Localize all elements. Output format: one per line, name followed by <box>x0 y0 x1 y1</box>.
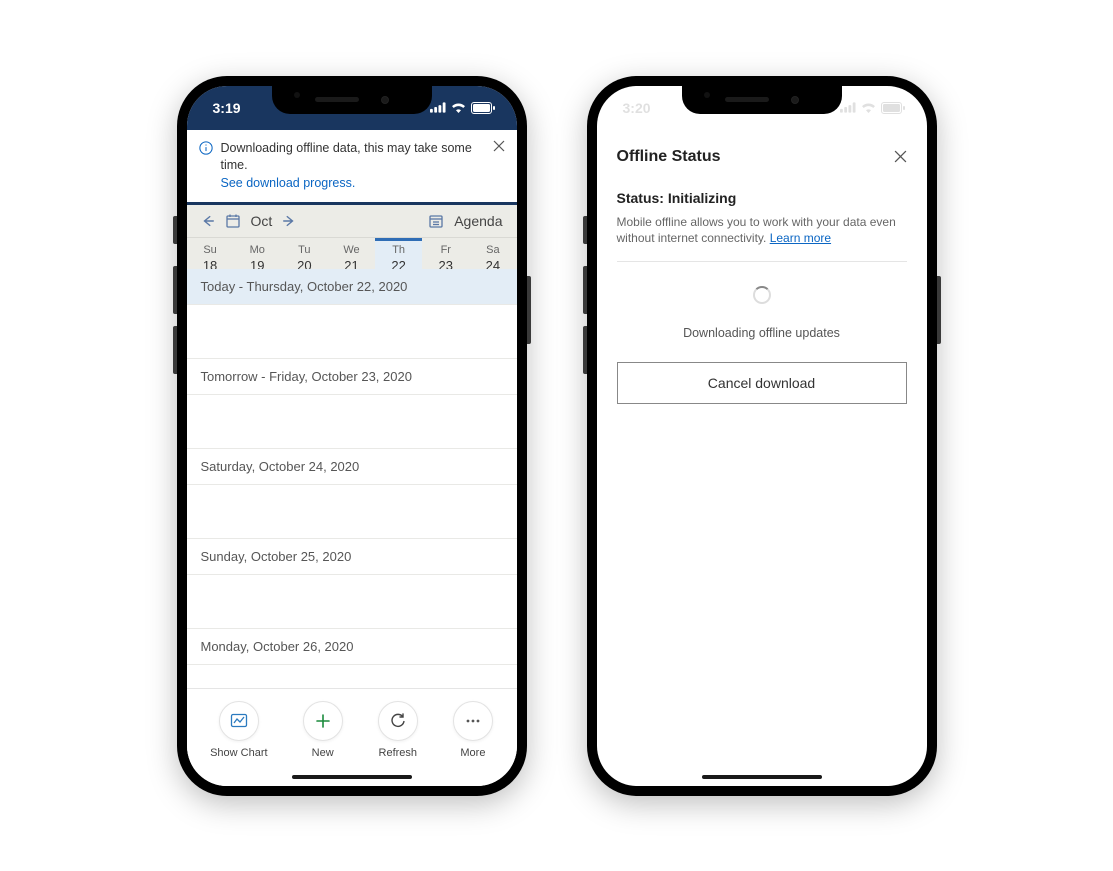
wifi-icon <box>861 102 876 113</box>
status-time: 3:20 <box>623 100 651 116</box>
agenda-label: Agenda <box>454 213 502 229</box>
banner-message: Downloading offline data, this may take … <box>221 141 472 173</box>
empty-slot[interactable] <box>187 305 517 359</box>
agenda-day[interactable]: Saturday, October 24, 2020 <box>187 449 517 485</box>
cellular-icon <box>840 102 856 113</box>
loading-spinner-icon <box>753 286 771 304</box>
bottom-bar: Show Chart New Refresh More <box>187 688 517 786</box>
home-indicator[interactable] <box>292 775 412 779</box>
learn-more-link[interactable]: Learn more <box>770 231 831 245</box>
downloading-label: Downloading offline updates <box>617 326 907 340</box>
calendar-icon[interactable] <box>225 213 241 229</box>
empty-slot[interactable] <box>187 665 517 688</box>
empty-slot[interactable] <box>187 575 517 629</box>
more-icon <box>464 712 482 730</box>
cellular-icon <box>430 102 446 113</box>
show-chart-button[interactable]: Show Chart <box>210 701 267 759</box>
calendar-toolbar: Oct Agenda <box>187 205 517 238</box>
agenda-icon <box>428 213 444 229</box>
offline-status-title: Offline Status <box>617 148 721 166</box>
status-time: 3:19 <box>213 100 241 116</box>
close-icon[interactable] <box>894 150 907 163</box>
refresh-icon <box>389 712 407 730</box>
info-icon <box>199 141 213 155</box>
home-indicator[interactable] <box>702 775 822 779</box>
plus-icon <box>314 712 332 730</box>
wifi-icon <box>451 102 466 113</box>
agenda-day[interactable]: Tomorrow - Friday, October 23, 2020 <box>187 359 517 395</box>
agenda-list[interactable]: Today - Thursday, October 22, 2020 Tomor… <box>187 269 517 688</box>
agenda-day[interactable]: Monday, October 26, 2020 <box>187 629 517 665</box>
close-icon[interactable] <box>493 140 505 152</box>
download-progress-link[interactable]: See download progress. <box>221 176 356 190</box>
month-label: Oct <box>251 213 273 229</box>
download-banner: Downloading offline data, this may take … <box>187 130 517 206</box>
more-button[interactable]: More <box>453 701 493 759</box>
status-signals <box>840 102 905 114</box>
empty-slot[interactable] <box>187 485 517 539</box>
prev-month-icon[interactable] <box>201 214 215 228</box>
cancel-download-button[interactable]: Cancel download <box>617 362 907 404</box>
new-button[interactable]: New <box>303 701 343 759</box>
phone-right: 3:20 Offline Status Status: Initializing… <box>587 76 937 796</box>
battery-icon <box>881 102 905 114</box>
agenda-toggle[interactable]: Agenda <box>428 213 502 229</box>
next-month-icon[interactable] <box>282 214 296 228</box>
battery-icon <box>471 102 495 114</box>
status-description: Mobile offline allows you to work with y… <box>617 215 896 246</box>
status-label: Status: Initializing <box>617 190 907 206</box>
phone-left: 3:19 Downloading offline data, this may … <box>177 76 527 796</box>
chart-icon <box>230 712 248 730</box>
refresh-button[interactable]: Refresh <box>378 701 418 759</box>
agenda-day-today[interactable]: Today - Thursday, October 22, 2020 <box>187 269 517 305</box>
divider <box>617 261 907 262</box>
status-signals <box>430 102 495 114</box>
agenda-day[interactable]: Sunday, October 25, 2020 <box>187 539 517 575</box>
empty-slot[interactable] <box>187 395 517 449</box>
